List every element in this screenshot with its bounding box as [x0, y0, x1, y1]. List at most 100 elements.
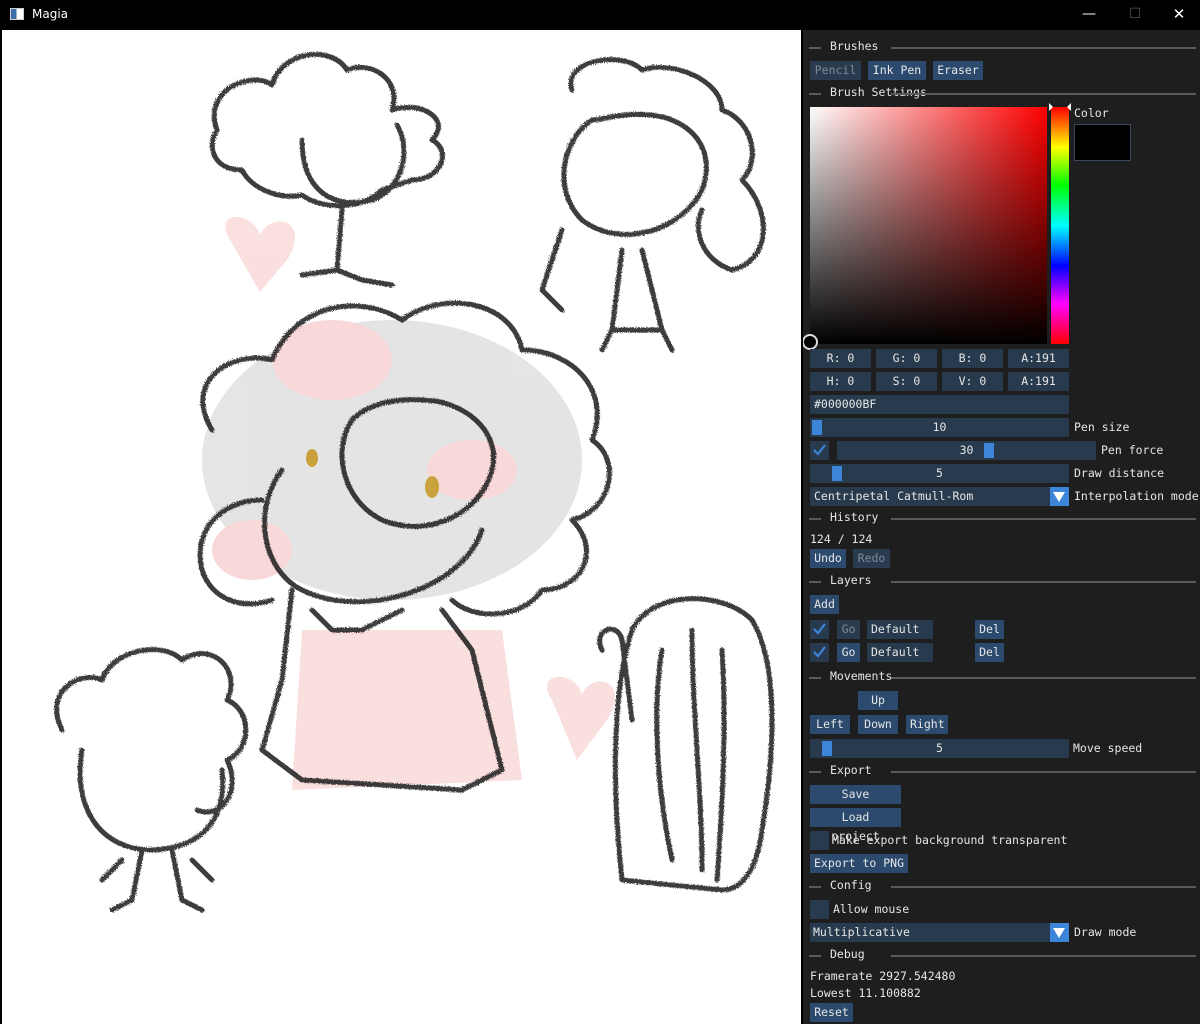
eraser-brush-button[interactable]: Eraser [933, 61, 983, 80]
heart-doodle [225, 216, 296, 292]
hue-slider[interactable] [1051, 107, 1069, 344]
pen-size-slider[interactable]: 10 [810, 418, 1069, 437]
doodle-figure-body [654, 627, 727, 883]
red-channel-field[interactable]: R: 0 [810, 349, 871, 368]
hue-arrow-left-icon [1049, 103, 1053, 111]
interpolation-mode-label: Interpolation mode [1074, 489, 1199, 503]
layers-section-header: Layers [809, 573, 1200, 587]
hex-color-input[interactable]: #000000BF [810, 395, 1069, 414]
doodle-girl-hair [568, 57, 766, 273]
export-png-button[interactable]: Export to PNG [810, 854, 908, 873]
layer-name-field[interactable]: Default [867, 620, 933, 639]
window-title: Magia [32, 7, 69, 21]
movements-section-header: Movements [809, 669, 1200, 683]
layer-visible-checkbox[interactable] [810, 620, 829, 639]
layer-name-field[interactable]: Default [867, 643, 933, 662]
doodle-girl-body [539, 227, 675, 353]
blue-channel-field[interactable]: B: 0 [942, 349, 1003, 368]
brushes-section-header: Brushes [809, 39, 1200, 53]
move-speed-label: Move speed [1073, 741, 1143, 755]
transparent-background-checkbox[interactable] [810, 831, 829, 850]
reset-button[interactable]: Reset [810, 1003, 853, 1022]
triangle-down-icon[interactable] [1050, 487, 1069, 506]
hue-channel-field[interactable]: H: 0 [810, 372, 871, 391]
framerate-readout: Framerate 2927.542480 [810, 969, 956, 983]
interpolation-mode-combo[interactable]: Centripetal Catmull-Rom [810, 487, 1069, 506]
center-char-eye [306, 449, 318, 467]
drawing-canvas[interactable] [2, 30, 801, 1024]
layer-go-button[interactable]: Go [837, 620, 860, 639]
layer-go-button[interactable]: Go [837, 643, 860, 662]
section-label: Movements [830, 669, 899, 683]
move-speed-slider[interactable]: 5 [810, 739, 1069, 758]
doodle-kid-body [99, 847, 215, 913]
heart-doodle [546, 676, 616, 760]
doodle-girl-hair [209, 52, 445, 209]
doodle-girl-body [299, 207, 395, 288]
lowest-framerate-readout: Lowest 11.100882 [810, 986, 921, 1000]
value-channel-field[interactable]: V: 0 [942, 372, 1003, 391]
tool-panel: Brushes Pencil Ink Pen Eraser Brush Sett… [803, 30, 1200, 1024]
save-project-button[interactable]: Save project [810, 785, 901, 820]
alpha-channel-field-hsv[interactable]: A:191 [1008, 372, 1069, 391]
allow-mouse-label: Allow mouse [833, 902, 910, 916]
doodle-kid-hair [54, 647, 249, 815]
export-section-header: Export [809, 763, 1200, 777]
section-label: Layers [830, 573, 878, 587]
undo-button[interactable]: Undo [810, 549, 846, 568]
move-left-button[interactable]: Left [810, 715, 850, 734]
pencil-brush-button[interactable]: Pencil [810, 61, 861, 80]
color-label: Color [1074, 106, 1109, 120]
layer-delete-button[interactable]: Del [975, 643, 1004, 662]
section-label: Export [830, 763, 878, 777]
checkmark-icon [813, 444, 826, 456]
color-picker-cursor[interactable] [803, 334, 818, 350]
add-layer-button[interactable]: Add [810, 595, 839, 614]
color-preview-swatch[interactable] [1074, 124, 1131, 161]
move-up-button[interactable]: Up [858, 691, 898, 710]
checkmark-icon [813, 646, 826, 658]
layer-delete-button[interactable]: Del [975, 620, 1004, 639]
move-right-button[interactable]: Right [906, 715, 948, 734]
section-label: Brushes [830, 39, 885, 53]
layer-visible-checkbox[interactable] [810, 643, 829, 662]
close-button[interactable]: ✕ [1156, 0, 1200, 30]
move-down-button[interactable]: Down [858, 715, 898, 734]
magia-app-icon [10, 8, 24, 20]
redo-button[interactable]: Redo [853, 549, 890, 568]
load-project-button[interactable]: Load project [810, 808, 901, 843]
saturation-value-picker[interactable] [810, 107, 1047, 344]
alpha-channel-field[interactable]: A:191 [1008, 349, 1069, 368]
center-char-eye [425, 476, 439, 498]
history-counter: 124 / 124 [810, 532, 873, 546]
pen-force-checkbox[interactable] [810, 441, 829, 460]
section-label: History [830, 510, 885, 524]
draw-mode-combo[interactable]: Multiplicative [810, 923, 1069, 942]
pen-force-label: Pen force [1101, 443, 1164, 457]
maximize-button[interactable]: ☐ [1112, 0, 1158, 30]
center-char-collar [309, 607, 405, 633]
draw-distance-label: Draw distance [1074, 466, 1165, 480]
doodle-girl-face [561, 111, 709, 237]
doodle-kid-face [77, 747, 226, 853]
section-label: Debug [830, 947, 871, 961]
cheek-fill [427, 440, 517, 500]
combo-value: Multiplicative [813, 925, 910, 939]
config-section-header: Config [809, 878, 1200, 892]
minimize-button[interactable]: — [1066, 0, 1112, 30]
debug-section-header: Debug [809, 947, 1200, 961]
title-bar: Magia — ☐ ✕ [0, 0, 1200, 30]
ink-pen-brush-button[interactable]: Ink Pen [868, 61, 926, 80]
combo-value: Centripetal Catmull-Rom [814, 489, 974, 503]
history-section-header: History [809, 510, 1200, 524]
hue-arrow-right-icon [1067, 103, 1071, 111]
pen-force-slider[interactable]: 30 [837, 441, 1096, 460]
allow-mouse-checkbox[interactable] [810, 900, 829, 919]
draw-distance-slider[interactable]: 5 [810, 464, 1069, 483]
pen-size-label: Pen size [1074, 420, 1130, 434]
triangle-down-icon[interactable] [1050, 923, 1069, 942]
saturation-channel-field[interactable]: S: 0 [876, 372, 937, 391]
section-label: Brush Settings [830, 85, 933, 99]
checkmark-icon [813, 623, 826, 635]
green-channel-field[interactable]: G: 0 [876, 349, 937, 368]
